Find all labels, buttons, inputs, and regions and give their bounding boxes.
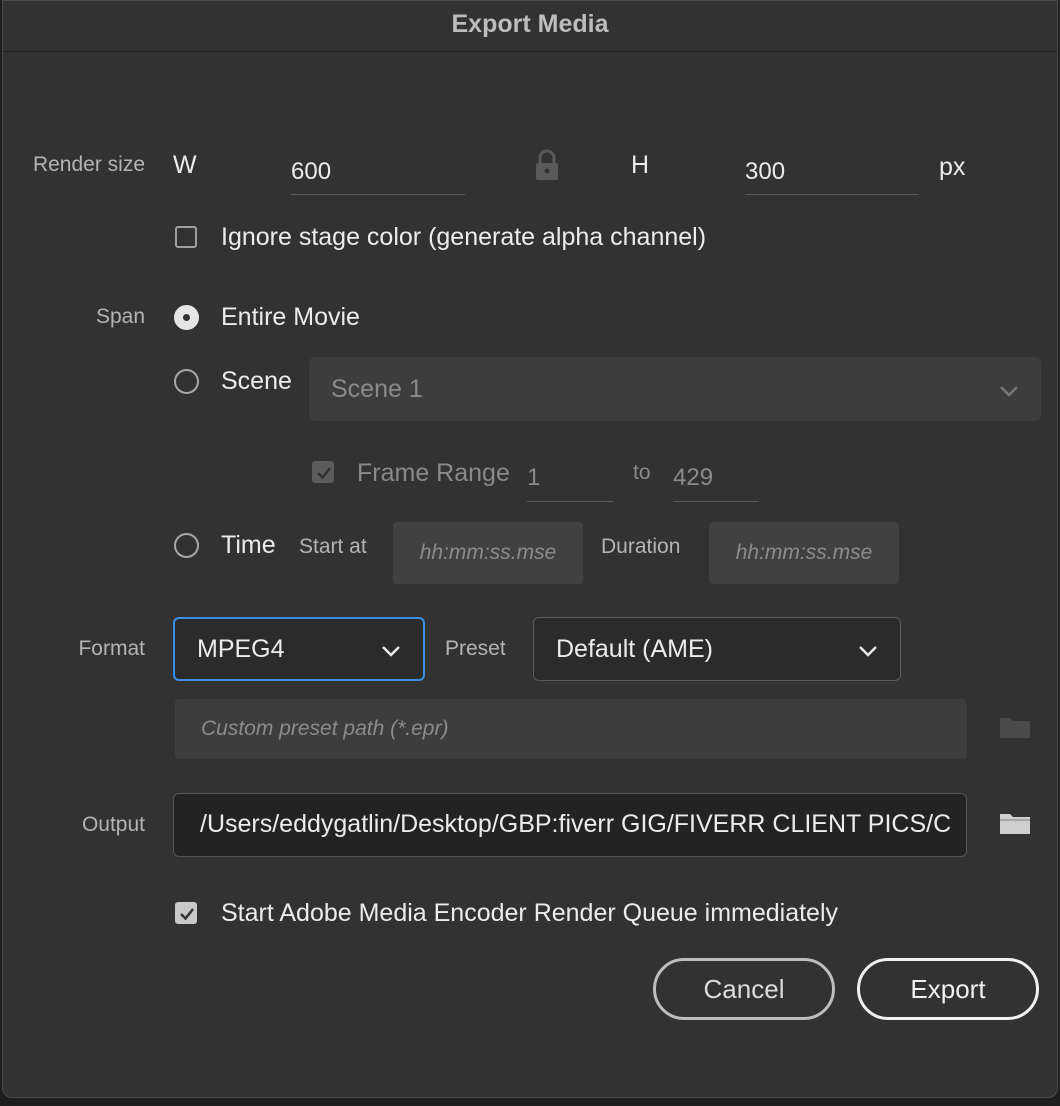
height-input[interactable]	[745, 149, 919, 195]
start-at-input[interactable]	[393, 522, 583, 584]
time-label: Time	[221, 531, 276, 559]
dialog-title: Export Media	[3, 1, 1057, 52]
format-select-value: MPEG4	[197, 634, 285, 663]
output-label: Output	[81, 813, 145, 836]
preset-select[interactable]: Default (AME)	[533, 617, 901, 681]
frame-from-input[interactable]	[527, 455, 613, 502]
to-label: to	[633, 461, 651, 484]
scene-select-value: Scene 1	[331, 374, 423, 403]
chevron-down-icon	[858, 635, 878, 664]
preset-select-value: Default (AME)	[556, 634, 713, 663]
queue-checkbox[interactable]	[175, 902, 197, 924]
frame-range-checkbox[interactable]	[312, 461, 334, 483]
folder-icon[interactable]	[999, 811, 1031, 840]
frame-to-input[interactable]	[673, 455, 759, 502]
queue-label: Start Adobe Media Encoder Render Queue i…	[221, 899, 839, 927]
px-unit-label: px	[939, 153, 966, 181]
format-select[interactable]: MPEG4	[173, 617, 425, 681]
scene-label: Scene	[221, 367, 292, 395]
chevron-down-icon	[999, 375, 1019, 404]
frame-range-label: Frame Range	[357, 459, 510, 487]
start-at-label: Start at	[299, 535, 367, 558]
export-button[interactable]: Export	[857, 958, 1039, 1020]
scene-radio[interactable]	[174, 369, 199, 394]
scene-select[interactable]: Scene 1	[309, 357, 1041, 421]
chevron-down-icon	[381, 635, 401, 664]
render-size-label: Render size	[32, 153, 145, 176]
folder-icon[interactable]	[999, 715, 1031, 744]
lock-icon[interactable]	[533, 149, 561, 186]
output-path-field[interactable]: /Users/eddygatlin/Desktop/GBP:fiverr GIG…	[173, 793, 967, 857]
duration-input[interactable]	[709, 522, 899, 584]
duration-label: Duration	[601, 535, 681, 558]
height-label: H	[631, 151, 650, 179]
width-label: W	[173, 151, 197, 179]
format-label: Format	[78, 637, 145, 660]
time-radio[interactable]	[174, 533, 199, 558]
export-media-dialog: Export Media Render size W H px Ignore s…	[2, 0, 1058, 1098]
alpha-label: Ignore stage color (generate alpha chann…	[221, 223, 707, 251]
preset-label: Preset	[445, 637, 506, 660]
entire-movie-label: Entire Movie	[221, 303, 360, 331]
alpha-checkbox[interactable]	[175, 226, 197, 248]
width-input[interactable]	[291, 149, 465, 195]
cancel-button[interactable]: Cancel	[653, 958, 835, 1020]
entire-movie-radio[interactable]	[174, 305, 199, 330]
span-label: Span	[95, 305, 145, 328]
custom-preset-path-input[interactable]	[175, 699, 967, 759]
